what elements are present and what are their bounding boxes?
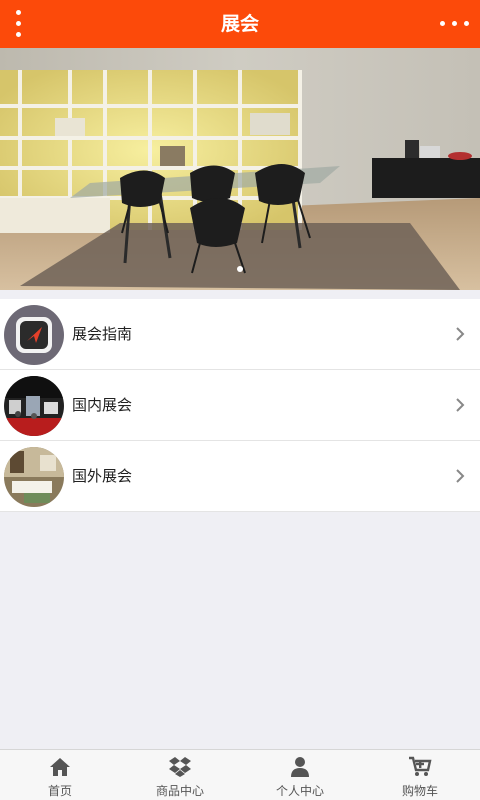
banner-carousel[interactable]	[0, 48, 480, 290]
carousel-indicator	[0, 257, 480, 276]
home-icon	[50, 758, 70, 776]
tab-products[interactable]: 商品中心	[120, 750, 240, 800]
compass-app-icon	[4, 305, 64, 365]
bottom-tab-bar: 首页 商品中心 个人中心 购物车	[0, 749, 480, 800]
list-item-domestic[interactable]: 国内展会	[0, 370, 480, 441]
carousel-dot[interactable]	[237, 266, 243, 272]
chevron-right-icon	[456, 327, 465, 341]
list-item-label: 国内展会	[72, 396, 133, 414]
domestic-exhibition-photo	[4, 376, 64, 436]
user-icon	[291, 757, 309, 777]
dropbox-icon	[169, 757, 191, 777]
tab-label: 购物车	[401, 784, 438, 798]
tab-home[interactable]: 首页	[0, 750, 120, 800]
foreign-exhibition-photo	[4, 447, 64, 507]
tab-profile[interactable]: 个人中心	[240, 750, 360, 800]
chevron-right-icon	[456, 469, 465, 483]
tab-cart[interactable]: 购物车	[360, 750, 480, 800]
chevron-right-icon	[456, 398, 465, 412]
top-bar: 展会	[0, 0, 480, 48]
list-item-foreign[interactable]: 国外展会	[0, 441, 480, 512]
list-item-guide[interactable]: 展会指南	[0, 299, 480, 370]
list-item-label: 国外展会	[72, 467, 133, 485]
banner-image	[0, 48, 480, 290]
page-title: 展会	[220, 13, 259, 35]
list-item-label: 展会指南	[72, 325, 133, 343]
tab-label: 首页	[47, 784, 72, 798]
tab-label: 商品中心	[155, 784, 204, 798]
cart-icon	[409, 756, 432, 776]
exhibition-menu-list: 展会指南 国内展会 国外展会	[0, 299, 480, 512]
tab-label: 个人中心	[275, 784, 324, 798]
more-horizontal-icon[interactable]	[440, 14, 470, 34]
